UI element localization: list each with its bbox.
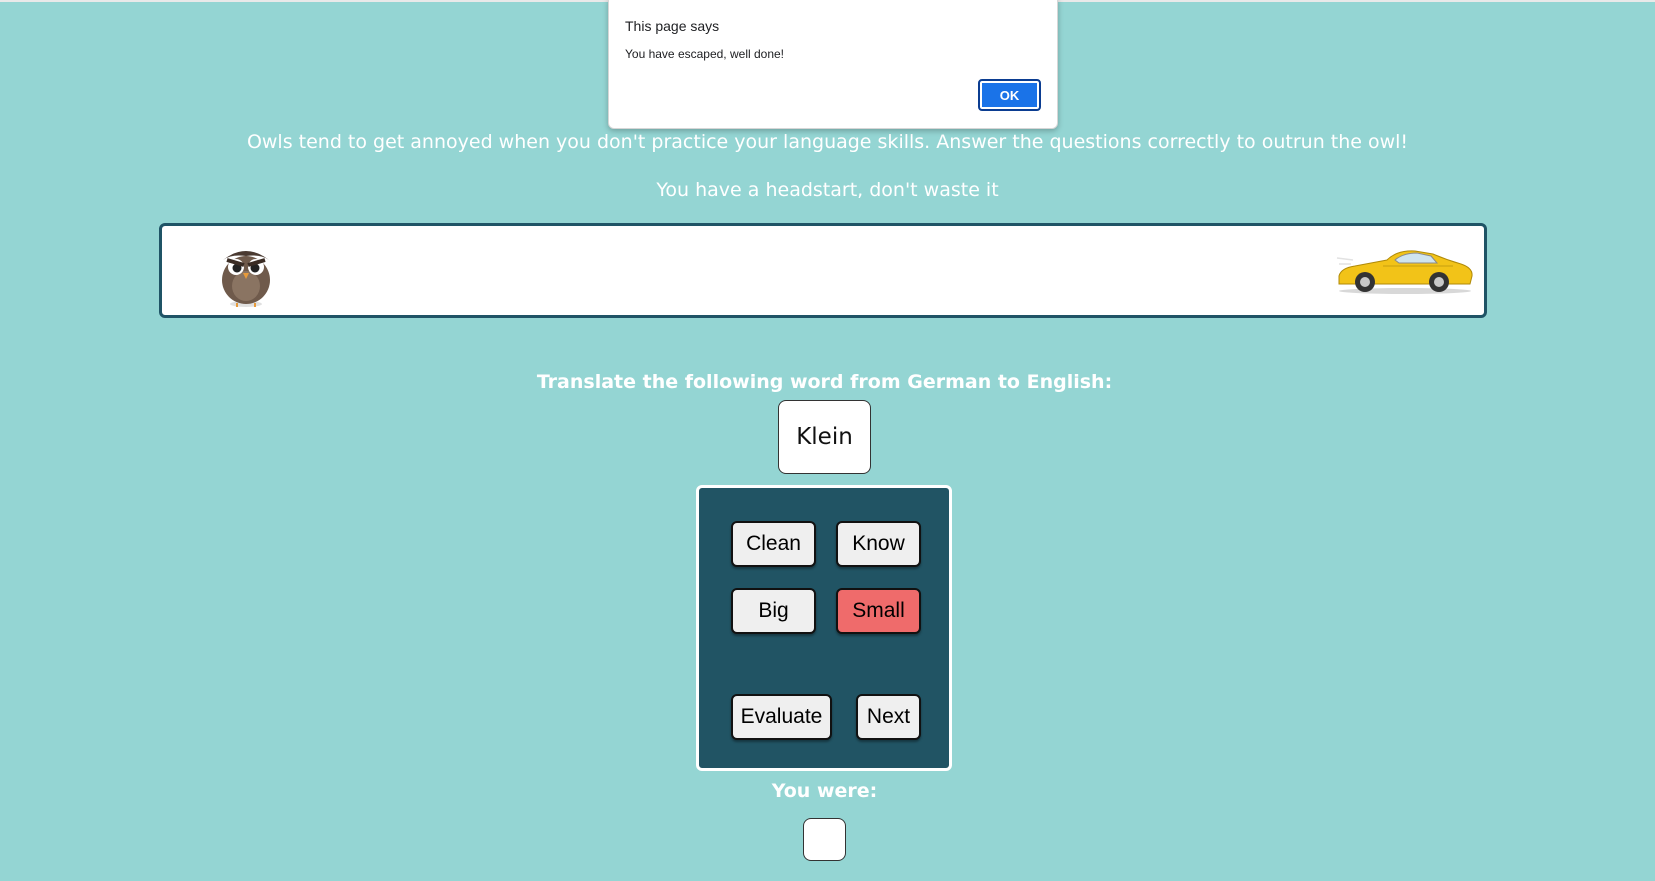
- question-prompt: Translate the following word from German…: [536, 371, 1113, 393]
- answer-panel: Clean Know Big Small Evaluate Next: [696, 485, 952, 771]
- race-track: [159, 223, 1487, 318]
- result-box: [803, 818, 846, 861]
- result-label: You were:: [771, 780, 878, 802]
- car-icon: [1336, 250, 1473, 294]
- dialog-ok-button[interactable]: OK: [978, 79, 1041, 111]
- option-clean-button[interactable]: Clean: [731, 521, 816, 567]
- alert-dialog: This page says You have escaped, well do…: [608, 0, 1058, 129]
- dialog-message: You have escaped, well done!: [625, 47, 785, 61]
- evaluate-button[interactable]: Evaluate: [731, 694, 832, 740]
- option-big-button[interactable]: Big: [731, 588, 816, 634]
- german-word: Klein: [778, 400, 871, 474]
- dialog-title: This page says: [625, 18, 720, 34]
- option-know-button[interactable]: Know: [836, 521, 921, 567]
- headstart-text: You have a headstart, don't waste it: [656, 179, 999, 201]
- next-button[interactable]: Next: [856, 694, 921, 740]
- intro-text: Owls tend to get annoyed when you don't …: [246, 131, 1409, 153]
- option-small-button[interactable]: Small: [836, 588, 921, 634]
- owl-icon: [222, 251, 270, 307]
